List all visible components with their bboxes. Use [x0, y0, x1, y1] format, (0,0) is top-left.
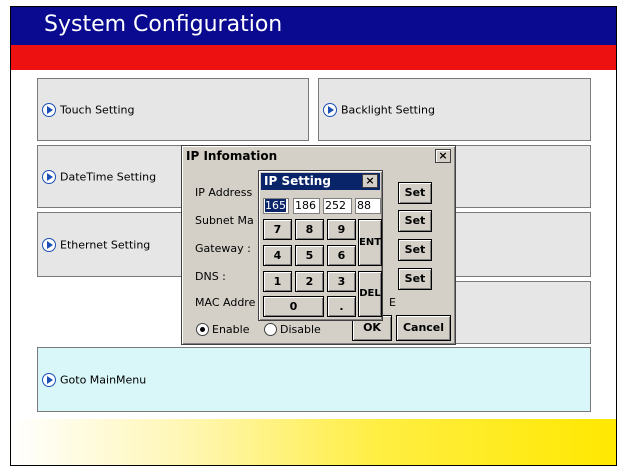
touch-setting-button[interactable]: Touch Setting	[37, 78, 309, 141]
enter-button[interactable]: ENT	[358, 219, 382, 266]
subnet-mask-set-button[interactable]: Set	[398, 210, 432, 232]
ip-setting-keypad: IP Setting × 165 186 252 88 7 8 9 4 5 6 …	[258, 170, 383, 321]
goto-mainmenu-button[interactable]: Goto MainMenu	[37, 347, 591, 412]
subnet-mask-label: Subnet Ma	[195, 214, 254, 227]
key-5-button[interactable]: 5	[295, 245, 324, 266]
ip-address-set-button[interactable]: Set	[398, 182, 432, 204]
circle-arrow-right-icon	[42, 237, 56, 252]
footer-gradient-band	[11, 419, 616, 465]
page-title: System Configuration	[44, 12, 283, 37]
enable-label: Enable	[212, 323, 250, 336]
ip-octet-4-value: 88	[357, 199, 371, 212]
key-7-button[interactable]: 7	[263, 219, 292, 240]
circle-arrow-right-icon	[42, 169, 56, 184]
mac-address-value-fragment: E	[389, 296, 396, 309]
ip-octet-3-field[interactable]: 252	[323, 198, 352, 214]
dns-set-button[interactable]: Set	[398, 268, 432, 290]
dialog-close-button[interactable]: ×	[435, 149, 451, 163]
key-9-button[interactable]: 9	[327, 219, 356, 240]
ethernet-setting-label: Ethernet Setting	[60, 238, 151, 251]
ip-octet-3-value: 252	[325, 199, 346, 212]
disable-radio[interactable]	[264, 323, 277, 336]
key-6-button[interactable]: 6	[327, 245, 356, 266]
circle-arrow-right-icon	[323, 102, 337, 117]
disable-label: Disable	[280, 323, 321, 336]
dns-label: DNS :	[195, 270, 226, 283]
ip-octet-1-value: 165	[265, 199, 286, 212]
circle-arrow-right-icon	[42, 102, 56, 117]
keypad-close-button[interactable]: ×	[362, 174, 378, 188]
ip-octet-2-value: 186	[295, 199, 316, 212]
ip-address-label: IP Address	[195, 186, 253, 199]
red-header-band	[11, 45, 616, 70]
key-1-button[interactable]: 1	[263, 271, 292, 292]
gateway-set-button[interactable]: Set	[398, 239, 432, 261]
close-icon: ×	[438, 149, 448, 162]
ip-octet-4-field[interactable]: 88	[355, 198, 381, 214]
key-0-button[interactable]: 0	[263, 296, 324, 317]
mac-address-label: MAC Addre	[195, 296, 256, 309]
enable-radio[interactable]	[196, 323, 209, 336]
circle-arrow-right-icon	[42, 372, 56, 387]
key-3-button[interactable]: 3	[327, 271, 356, 292]
key-4-button[interactable]: 4	[263, 245, 292, 266]
backlight-setting-label: Backlight Setting	[341, 103, 435, 116]
keypad-title-text: IP Setting	[264, 174, 331, 188]
cancel-button[interactable]: Cancel	[396, 315, 451, 341]
dialog-title: IP Infomation	[186, 149, 278, 163]
delete-button[interactable]: DEL	[358, 271, 382, 317]
key-8-button[interactable]: 8	[295, 219, 324, 240]
datetime-setting-label: DateTime Setting	[60, 170, 157, 183]
close-icon: ×	[365, 174, 375, 187]
goto-mainmenu-label: Goto MainMenu	[60, 373, 147, 386]
touch-setting-label: Touch Setting	[60, 103, 135, 116]
backlight-setting-button[interactable]: Backlight Setting	[318, 78, 591, 141]
key-dot-button[interactable]: .	[327, 296, 356, 317]
key-2-button[interactable]: 2	[295, 271, 324, 292]
ip-octet-1-field[interactable]: 165	[263, 198, 289, 214]
title-bar: System Configuration	[11, 7, 616, 45]
ip-octet-2-field[interactable]: 186	[293, 198, 320, 214]
gateway-label: Gateway :	[195, 242, 251, 255]
app-window: System Configuration Touch Setting Backl…	[10, 6, 617, 466]
